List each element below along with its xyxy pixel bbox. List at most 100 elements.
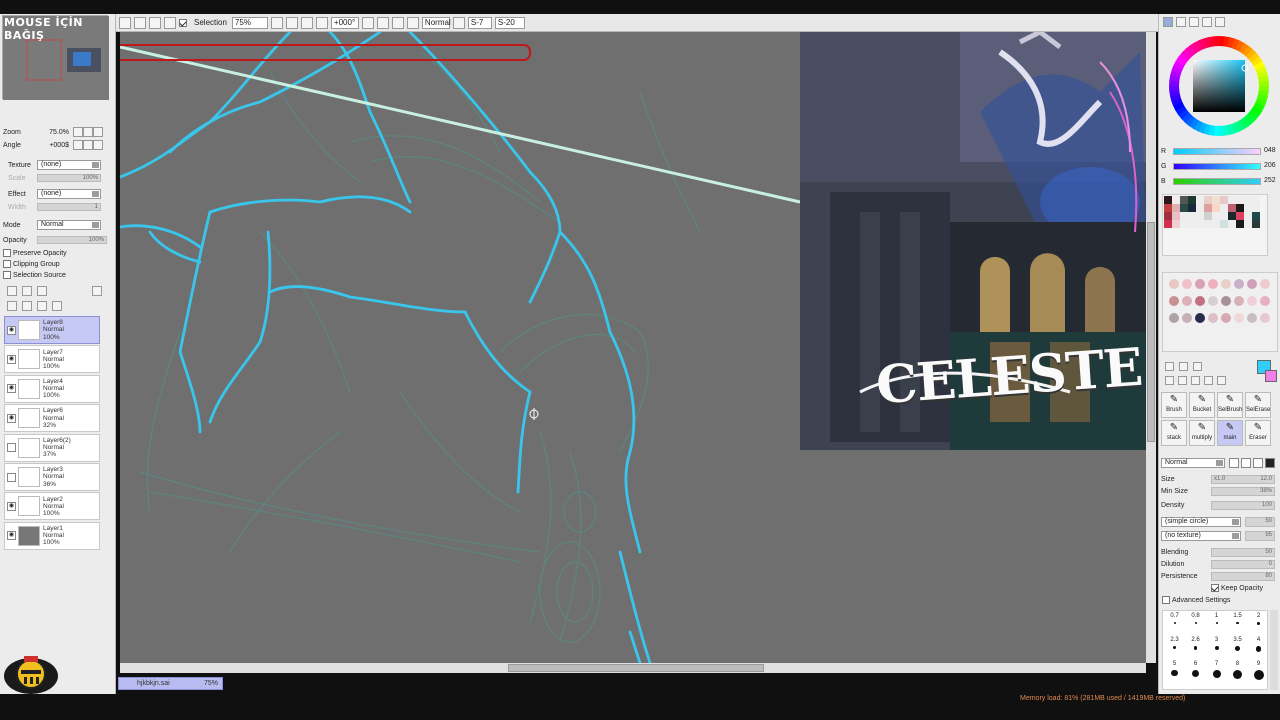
scratch-color-dot[interactable] (1208, 313, 1218, 323)
palette-swatch[interactable] (1172, 196, 1180, 204)
palette-swatch[interactable] (1164, 220, 1172, 228)
palette-swatch[interactable] (1196, 204, 1204, 212)
delete-layer-icon[interactable] (52, 301, 62, 311)
brush-shape-solid-icon[interactable] (1265, 458, 1275, 468)
palette-swatch[interactable] (1172, 220, 1180, 228)
brush-size-preset[interactable]: 2.3 (1165, 637, 1184, 659)
palette-swatch[interactable] (1204, 220, 1212, 228)
g-slider[interactable] (1173, 163, 1261, 170)
layer-mask-icon[interactable] (92, 286, 102, 296)
scratch-color-dot[interactable] (1234, 313, 1244, 323)
layer-row[interactable]: ◉ Layer8 Normal 100% (4, 316, 100, 344)
layer-row[interactable]: ◉ Layer4 Normal 100% (4, 374, 100, 403)
angle-field[interactable]: +000° (330, 16, 359, 29)
brush-size-preset[interactable]: 1 (1207, 613, 1226, 635)
scratch-color-dot[interactable] (1260, 296, 1270, 306)
brush-shape-medium-icon[interactable] (1241, 458, 1251, 468)
keep-opacity-checkbox[interactable] (1211, 584, 1219, 592)
brush-size-preset[interactable]: 8 (1228, 661, 1247, 683)
color-wheel-tab-icon[interactable] (1163, 17, 1173, 27)
brush-shape-soft-icon[interactable] (1229, 458, 1239, 468)
layer-mode-select[interactable]: Normal (37, 220, 101, 230)
palette-swatch[interactable] (1244, 196, 1252, 204)
scratch-color-dot[interactable] (1247, 279, 1257, 289)
palette-swatch[interactable] (1228, 212, 1236, 220)
scratch-color-dot[interactable] (1208, 279, 1218, 289)
background-color-swatch[interactable] (1265, 370, 1277, 382)
brush-size-preset[interactable]: 4 (1249, 637, 1268, 659)
layer-row[interactable]: Layer3 Normal 36% (4, 463, 100, 491)
zoom-in-icon[interactable] (300, 16, 313, 29)
visibility-eye-icon[interactable] (7, 472, 16, 482)
palette-swatch[interactable] (1220, 220, 1228, 228)
palette-swatch[interactable] (1212, 220, 1220, 228)
dilution-slider[interactable]: 0 (1211, 560, 1275, 569)
density-slider[interactable]: 100 (1211, 501, 1275, 510)
visibility-eye-icon[interactable]: ◉ (7, 325, 16, 335)
scratch-color-dot[interactable] (1221, 279, 1231, 289)
visibility-eye-icon[interactable]: ◉ (7, 413, 16, 423)
scratch-color-dot[interactable] (1182, 313, 1192, 323)
rect-select-icon[interactable] (1165, 362, 1174, 371)
merge-down-icon[interactable] (22, 301, 32, 311)
layer-row[interactable]: ◉ Layer2 Normal 100% (4, 492, 100, 521)
scratch-color-dot[interactable] (1221, 313, 1231, 323)
palette-swatch[interactable] (1196, 196, 1204, 204)
tool-stack[interactable]: ✎ stack (1161, 420, 1187, 446)
hide-selection-icon[interactable] (149, 16, 161, 29)
palette-swatch[interactable] (1164, 204, 1172, 212)
new-linework-layer-icon[interactable] (22, 286, 32, 296)
selection-source-checkbox[interactable] (3, 271, 11, 279)
advanced-settings-checkbox[interactable] (1162, 596, 1170, 604)
palette-swatch[interactable] (1196, 212, 1204, 220)
zoom-reset-icon[interactable] (315, 16, 328, 29)
nav-rotate-right-icon[interactable] (83, 140, 93, 150)
eyedropper-icon[interactable] (1217, 376, 1226, 385)
drawing-canvas[interactable]: CELESTE (120, 32, 1146, 663)
hsv-slider-tab-icon[interactable] (1189, 17, 1199, 27)
deselect-icon[interactable] (119, 16, 131, 29)
brush-mode-select[interactable]: Normal (1161, 458, 1225, 468)
color-wheel[interactable] (1167, 32, 1271, 142)
invert-selection-icon[interactable] (134, 16, 146, 29)
rgb-slider-tab-icon[interactable] (1176, 17, 1186, 27)
tool-multiply[interactable]: ✎ multiply (1189, 420, 1215, 446)
palette-swatch[interactable] (1212, 212, 1220, 220)
brush-size-preset[interactable]: 0.7 (1165, 613, 1184, 635)
move-icon[interactable] (1165, 376, 1174, 385)
keep-opacity-row[interactable]: Keep Opacity (1211, 584, 1263, 592)
transfer-down-icon[interactable] (7, 301, 17, 311)
lasso-icon[interactable] (1179, 362, 1188, 371)
palette-swatch[interactable] (1236, 196, 1244, 204)
palette-swatch[interactable] (1244, 220, 1252, 228)
scratch-color-dot[interactable] (1195, 279, 1205, 289)
swatch-grid[interactable] (1162, 194, 1268, 256)
stabilizer-value[interactable]: S-20 (494, 16, 525, 29)
nav-rotate-left-icon[interactable] (73, 140, 83, 150)
brush-shape-strength[interactable]: 50 (1245, 517, 1275, 527)
palette-swatch[interactable] (1188, 220, 1196, 228)
scratch-color-dot[interactable] (1182, 279, 1192, 289)
layer-row[interactable]: ◉ Layer1 Normal 100% (4, 521, 100, 550)
palette-swatch[interactable] (1212, 204, 1220, 212)
new-folder-icon[interactable] (37, 286, 47, 296)
brush-size-preset[interactable]: 2 (1249, 613, 1268, 635)
brush-size-preset[interactable]: 0.8 (1186, 613, 1205, 635)
vertical-scrollbar[interactable] (1146, 32, 1156, 663)
clipping-group-checkbox[interactable] (3, 260, 11, 268)
visibility-eye-icon[interactable]: ◉ (7, 384, 16, 394)
tool-eraser[interactable]: ✎ Eraser (1245, 420, 1271, 446)
palette-swatch[interactable] (1220, 196, 1228, 204)
rotate-tool-icon[interactable] (1191, 376, 1200, 385)
scratch-color-dot[interactable] (1260, 279, 1270, 289)
palette-swatch[interactable] (1228, 204, 1236, 212)
vertical-scroll-thumb[interactable] (1147, 222, 1155, 442)
layer-row[interactable]: ◉ Layer7 Normal 100% (4, 345, 100, 374)
layer-opacity-slider[interactable]: 100% (37, 236, 107, 244)
palette-swatch[interactable] (1196, 220, 1204, 228)
brush-size-preset[interactable]: 7 (1207, 661, 1226, 683)
horizontal-scrollbar[interactable] (120, 663, 1146, 673)
scratch-color-dot[interactable] (1208, 296, 1218, 306)
brush-texture-strength[interactable]: 95 (1245, 531, 1275, 541)
brush-size-preset[interactable]: 3.5 (1228, 637, 1247, 659)
